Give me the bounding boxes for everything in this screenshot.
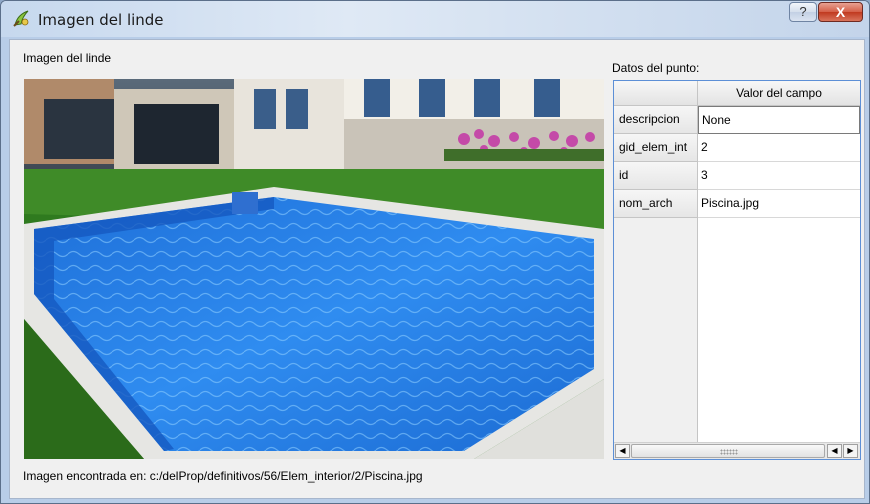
horizontal-scrollbar[interactable]: ◀ ◀ ▶ — [614, 442, 860, 459]
scroll-left-icon[interactable]: ◀ — [615, 444, 630, 458]
table-corner[interactable] — [614, 81, 698, 106]
scroll-left-icon-right-group[interactable]: ◀ — [827, 444, 842, 458]
table-row[interactable]: descripcion None — [614, 106, 860, 134]
column-header-value[interactable]: Valor del campo — [698, 81, 860, 106]
table-cell[interactable]: None — [698, 106, 860, 134]
table-row[interactable]: gid_elem_int 2 — [614, 134, 860, 162]
table-header: Valor del campo — [614, 81, 860, 106]
row-header[interactable]: descripcion — [614, 106, 698, 134]
row-header-filler — [614, 218, 698, 442]
table-cell[interactable]: 3 — [698, 162, 860, 190]
attribute-table[interactable]: Valor del campo descripcion None gid_ele… — [613, 80, 861, 460]
window-title: Imagen del linde — [38, 11, 164, 29]
qgis-icon — [13, 10, 29, 27]
help-button[interactable]: ? — [789, 2, 817, 22]
dialog-body: Imagen del linde Imagen encontrada en: c… — [9, 39, 865, 499]
dialog-window: Imagen del linde ? X Imagen del linde Im… — [0, 0, 870, 504]
help-icon: ? — [799, 4, 807, 19]
scrollbar-grip — [720, 449, 738, 455]
image-panel-label: Imagen del linde — [23, 51, 112, 65]
row-header[interactable]: gid_elem_int — [614, 134, 698, 162]
close-icon: X — [835, 4, 846, 20]
table-cell[interactable]: 2 — [698, 134, 860, 162]
row-header[interactable]: id — [614, 162, 698, 190]
title-bar[interactable]: Imagen del linde ? X — [1, 1, 869, 37]
close-button[interactable]: X — [818, 2, 863, 22]
scrollbar-thumb[interactable] — [631, 444, 825, 458]
pool-photo — [24, 79, 604, 459]
table-row[interactable]: id 3 — [614, 162, 860, 190]
row-header[interactable]: nom_arch — [614, 190, 698, 218]
table-row[interactable]: nom_arch Piscina.jpg — [614, 190, 860, 218]
data-panel-label: Datos del punto: — [612, 61, 700, 75]
image-path-text: Imagen encontrada en: c:/delProp/definit… — [23, 469, 423, 483]
scroll-right-icon[interactable]: ▶ — [843, 444, 858, 458]
table-cell[interactable]: Piscina.jpg — [698, 190, 860, 218]
